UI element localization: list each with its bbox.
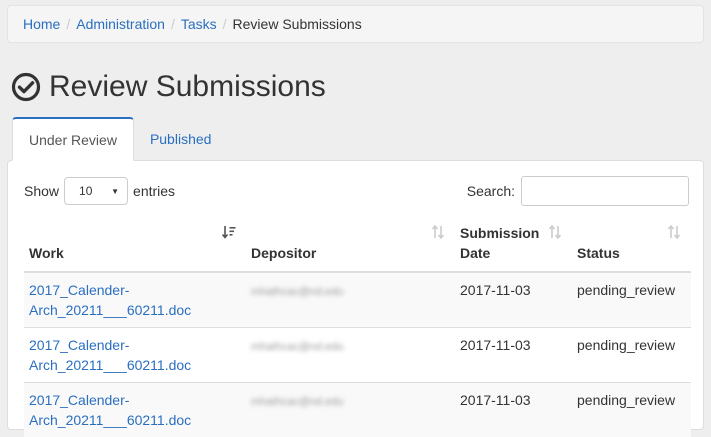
work-cell: 2017_Calender- Arch_20211___60211.doc [24,272,246,328]
search-control: Search: [467,176,689,206]
status-cell: pending_review [572,328,691,383]
work-link-text: Arch_20211___60211.doc [29,302,191,318]
work-link[interactable]: 2017_Calender- Arch_20211___60211.doc [29,337,191,373]
tab-published[interactable]: Published [134,117,228,160]
submission-date-cell: 2017-11-03 [455,272,572,328]
work-link[interactable]: 2017_Calender- Arch_20211___60211.doc [29,282,191,318]
sort-both-icon [431,225,445,239]
page-length-value: 10 [79,184,92,198]
breadcrumb: Home / Administration / Tasks / Review S… [7,5,704,43]
column-header-status[interactable]: Status [572,217,691,272]
depositor-email: mhathcac@nd.edu [251,396,344,408]
submission-date-cell: 2017-11-03 [455,383,572,437]
column-header-label: Status [577,245,620,261]
search-label: Search: [467,183,515,199]
breadcrumb-home-link[interactable]: Home [23,16,60,32]
depositor-cell: mhathcac@nd.edu [246,272,455,328]
page-length-select[interactable]: 10 ▼ [64,177,128,205]
search-input[interactable] [521,176,689,206]
column-header-label: Work [29,245,64,261]
breadcrumb-administration-link[interactable]: Administration [76,16,165,32]
column-header-work[interactable]: Work [24,217,246,272]
breadcrumb-current: Review Submissions [233,16,362,32]
entries-label: entries [133,183,175,199]
work-link-text: 2017_Calender- [29,392,129,408]
work-link-text: Arch_20211___60211.doc [29,357,191,373]
check-circle-icon [11,72,41,102]
status-cell: pending_review [572,272,691,328]
page-title: Review Submissions [11,70,326,104]
breadcrumb-separator: / [60,16,76,32]
column-header-depositor[interactable]: Depositor [246,217,455,272]
caret-down-icon: ▼ [111,187,119,196]
depositor-cell: mhathcac@nd.edu [246,328,455,383]
work-cell: 2017_Calender- Arch_20211___60211.doc [24,383,246,437]
table-row: 2017_Calender- Arch_20211___60211.doc mha… [24,272,691,328]
work-cell: 2017_Calender- Arch_20211___60211.doc [24,328,246,383]
table-row: 2017_Calender- Arch_20211___60211.doc mha… [24,383,691,437]
work-link-text: 2017_Calender- [29,337,129,353]
table-row: 2017_Calender- Arch_20211___60211.doc mha… [24,328,691,383]
submissions-table: Work Depositor Submiss [24,217,691,437]
submission-date-cell: 2017-11-03 [455,328,572,383]
sort-desc-icon [222,225,236,239]
sort-both-icon [548,225,562,239]
work-link-text: 2017_Calender- [29,282,129,298]
column-header-submission-date[interactable]: Submission Date [455,217,572,272]
page-title-text: Review Submissions [49,70,326,104]
page-length-control: Show 10 ▼ entries [24,177,175,205]
breadcrumb-tasks-link[interactable]: Tasks [181,16,217,32]
table-header-row: Work Depositor Submiss [24,217,691,272]
work-link[interactable]: 2017_Calender- Arch_20211___60211.doc [29,392,191,428]
breadcrumb-separator: / [217,16,233,32]
status-cell: pending_review [572,383,691,437]
column-header-label: Submission Date [460,223,550,263]
depositor-email: mhathcac@nd.edu [251,341,344,353]
sort-both-icon [667,225,681,239]
tab-bar: Under Review Published [12,117,227,161]
depositor-email: mhathcac@nd.edu [251,286,344,298]
breadcrumb-separator: / [165,16,181,32]
work-link-text: Arch_20211___60211.doc [29,412,191,428]
tab-under-review[interactable]: Under Review [12,117,134,161]
tab-panel: Show 10 ▼ entries Search: Work [7,160,704,430]
column-header-label: Depositor [251,245,316,261]
show-label: Show [24,183,59,199]
depositor-cell: mhathcac@nd.edu [246,383,455,437]
